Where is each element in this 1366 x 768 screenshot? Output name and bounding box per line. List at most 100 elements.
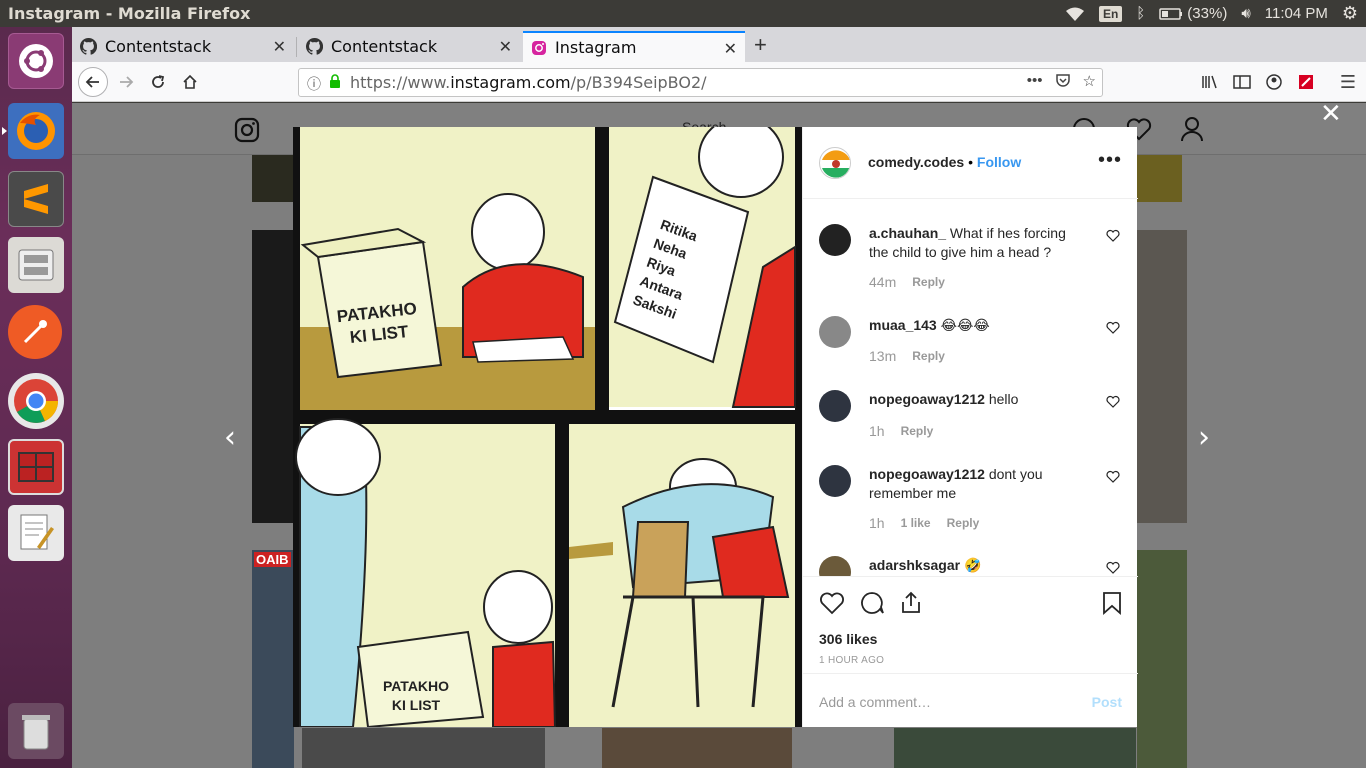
comment-username[interactable]: muaa_143: [869, 317, 937, 333]
tab-contentstack-2[interactable]: Contentstack ✕: [298, 31, 520, 62]
grid-thumbnail[interactable]: [252, 155, 294, 202]
postman-icon[interactable]: [8, 305, 62, 359]
comment-time[interactable]: 1h: [869, 515, 885, 531]
info-icon[interactable]: ⓘ: [307, 74, 321, 94]
commenter-avatar[interactable]: [819, 224, 851, 256]
account-icon[interactable]: [1260, 68, 1288, 96]
lock-icon[interactable]: [329, 74, 341, 94]
grid-thumbnail[interactable]: [1137, 155, 1182, 202]
page-actions-icon[interactable]: •••: [1027, 72, 1043, 92]
trash-icon[interactable]: [8, 703, 64, 759]
grid-thumbnail[interactable]: [894, 728, 1136, 768]
close-tab-icon[interactable]: ✕: [724, 39, 737, 59]
battery-indicator[interactable]: (33%): [1159, 5, 1227, 22]
system-tray: En ᛒ (33%) 🔊︎ 11:04 PM ⚙: [1065, 3, 1358, 24]
like-heart-icon[interactable]: [819, 591, 845, 615]
wifi-icon[interactable]: [1065, 6, 1085, 22]
reply-button[interactable]: Reply: [912, 349, 945, 363]
grid-thumbnail[interactable]: [302, 728, 545, 768]
grid-thumbnail[interactable]: [1137, 550, 1187, 768]
like-comment-icon[interactable]: [1106, 561, 1120, 575]
add-comment-input[interactable]: Add a comment…: [819, 694, 931, 710]
comment-bubble-icon[interactable]: [859, 591, 885, 615]
ubuntu-dash-icon[interactable]: [8, 33, 64, 89]
firefox-icon[interactable]: [2, 103, 64, 159]
comment-item: adarshksagar 🤣: [819, 556, 1124, 576]
grid-thumbnail[interactable]: [252, 230, 294, 523]
bookmark-star-icon[interactable]: ☆: [1083, 72, 1096, 92]
sublime-text-icon[interactable]: [8, 171, 64, 227]
grid-thumbnail[interactable]: OAIB: [252, 550, 294, 768]
close-modal-button[interactable]: ✕: [1320, 98, 1342, 129]
author-avatar[interactable]: [819, 147, 851, 179]
comments-list[interactable]: a.chauhan_ What if hes forcing the child…: [803, 200, 1138, 576]
commenter-avatar[interactable]: [819, 390, 851, 422]
like-comment-icon[interactable]: [1106, 229, 1120, 243]
reply-button[interactable]: Reply: [901, 424, 934, 438]
follow-button[interactable]: Follow: [977, 154, 1021, 170]
tab-contentstack-1[interactable]: Contentstack ✕: [72, 31, 294, 62]
bluetooth-icon[interactable]: ᛒ: [1136, 5, 1145, 22]
comment-username[interactable]: a.chauhan_: [869, 225, 946, 241]
commenter-avatar[interactable]: [819, 465, 851, 497]
instagram-logo-icon[interactable]: [234, 117, 260, 143]
commenter-avatar[interactable]: [819, 556, 851, 576]
menu-hamburger-icon[interactable]: ☰: [1334, 68, 1362, 96]
grid-thumbnail[interactable]: [602, 728, 792, 768]
post-comment-button[interactable]: Post: [1092, 694, 1122, 710]
commenter-avatar[interactable]: [819, 316, 851, 348]
comment-username[interactable]: nopegoaway1212: [869, 391, 985, 407]
url-domain: instagram.com: [450, 73, 571, 92]
settings-gear-icon[interactable]: ⚙: [1342, 3, 1358, 24]
reply-button[interactable]: Reply: [912, 275, 945, 289]
comment-item: nopegoaway1212 hello 1h Reply: [819, 390, 1124, 450]
comment-username[interactable]: nopegoaway1212: [869, 466, 985, 482]
terminal-app-icon[interactable]: [8, 439, 64, 495]
profile-icon[interactable]: [1180, 116, 1204, 142]
github-icon: [80, 38, 97, 55]
forward-button[interactable]: [112, 68, 140, 96]
home-icon: [183, 74, 197, 89]
share-icon[interactable]: [899, 591, 923, 615]
comment-username[interactable]: adarshksagar: [869, 557, 960, 573]
next-post-arrow[interactable]: ›: [1198, 420, 1210, 455]
volume-icon[interactable]: 🔊︎: [1241, 5, 1250, 22]
files-icon[interactable]: [8, 237, 64, 293]
comic-label-box2: PATAKHO KI LIST: [371, 677, 461, 715]
like-comment-icon[interactable]: [1106, 321, 1120, 335]
post-author-username[interactable]: comedy.codes: [868, 154, 964, 170]
sidebar-toggle-icon[interactable]: [1228, 68, 1256, 96]
keyboard-layout[interactable]: En: [1098, 5, 1123, 22]
url-path: /p/B394SeipBO2/: [570, 73, 707, 92]
library-icon[interactable]: [1196, 68, 1224, 96]
post-modal: PATAKHO KI LIST Ritika Neha Riya Antara …: [293, 127, 1138, 727]
save-bookmark-icon[interactable]: [1102, 591, 1122, 615]
prev-post-arrow[interactable]: ‹: [224, 420, 236, 455]
comment-time[interactable]: 13m: [869, 348, 896, 364]
grid-thumbnail[interactable]: [1137, 230, 1187, 523]
new-tab-button[interactable]: +: [754, 32, 767, 58]
extension-icon[interactable]: [1292, 68, 1320, 96]
comment-time[interactable]: 44m: [869, 274, 896, 290]
tab-instagram[interactable]: Instagram ✕: [523, 31, 745, 62]
post-image[interactable]: PATAKHO KI LIST Ritika Neha Riya Antara …: [293, 127, 802, 727]
clock[interactable]: 11:04 PM: [1265, 5, 1328, 22]
likes-count[interactable]: 306 likes: [819, 631, 877, 647]
home-button[interactable]: [176, 68, 204, 96]
text-editor-icon[interactable]: [8, 505, 64, 561]
like-comment-icon[interactable]: [1106, 395, 1120, 409]
close-tab-icon[interactable]: ✕: [273, 37, 286, 57]
reply-button[interactable]: Reply: [947, 516, 980, 530]
reload-button[interactable]: [144, 68, 172, 96]
url-bar[interactable]: ⓘ https://www.instagram.com/p/B394SeipBO…: [298, 68, 1103, 97]
post-timestamp[interactable]: 1 HOUR AGO: [819, 655, 884, 666]
like-comment-icon[interactable]: [1106, 470, 1120, 484]
comment-time[interactable]: 1h: [869, 423, 885, 439]
back-button[interactable]: [78, 67, 108, 97]
more-options-icon[interactable]: •••: [1098, 149, 1122, 172]
comment-meta: 1h Reply: [869, 423, 933, 439]
close-tab-icon[interactable]: ✕: [499, 37, 512, 57]
chrome-icon[interactable]: [8, 373, 64, 429]
comment-likes[interactable]: 1 like: [901, 516, 931, 530]
pocket-icon[interactable]: [1055, 72, 1071, 92]
